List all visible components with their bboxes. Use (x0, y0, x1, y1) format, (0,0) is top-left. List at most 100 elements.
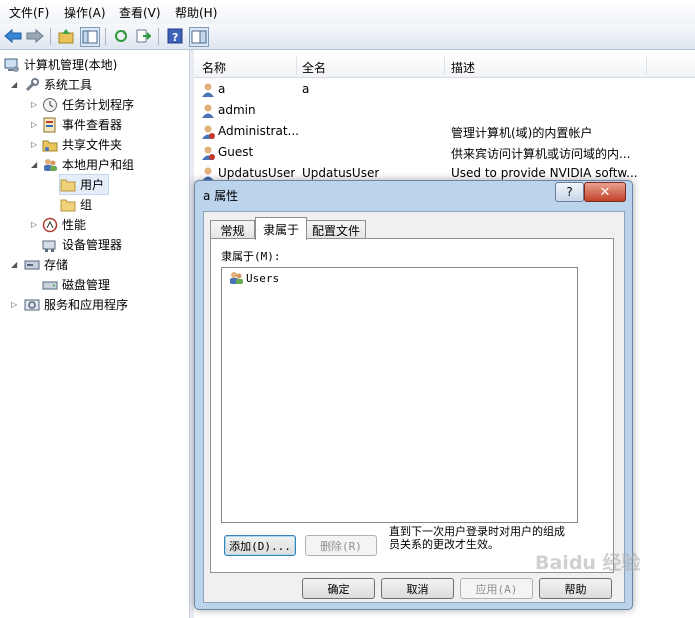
tree-node-storage[interactable]: 存储 (24, 255, 68, 274)
help-icon[interactable]: ? (166, 27, 184, 45)
tree-label: 共享文件夹 (62, 138, 123, 152)
toolbar-separator (158, 28, 159, 45)
toolbar: ? (0, 24, 695, 50)
tree-node-groups[interactable]: 组 (60, 195, 92, 214)
console-tree: 计算机管理(本地) ◢ 系统工具 ▷ 任务计划程序 ▷ 事件查看器 ▷ 共享文件… (0, 50, 188, 618)
cell-name: Guest (218, 145, 254, 159)
expanded-arrow-icon[interactable]: ◢ (11, 80, 17, 89)
storage-icon (24, 257, 40, 273)
tree-label: 系统工具 (44, 78, 93, 92)
forward-icon[interactable] (26, 27, 44, 45)
collapsed-arrow-icon[interactable]: ▷ (11, 300, 17, 309)
column-header-name[interactable]: 名称 (202, 59, 226, 76)
apply-button[interactable]: 应用(A) (460, 578, 533, 599)
tab-general[interactable]: 常规 (210, 220, 255, 240)
show-hide-tree-icon[interactable] (80, 27, 100, 47)
refresh-icon[interactable] (112, 27, 130, 45)
tree-node-device-manager[interactable]: 设备管理器 (42, 235, 122, 254)
question-icon: ? (566, 185, 573, 199)
table-row[interactable]: Administrat... 管理计算机(域)的内置帐户 (194, 121, 695, 142)
tree-node-computer-management[interactable]: 计算机管理(本地) (4, 55, 117, 74)
tree-node-users[interactable]: 用户 (59, 174, 110, 195)
user-icon (200, 124, 216, 140)
menu-view[interactable]: 查看(V) (119, 4, 161, 21)
tab-member-of[interactable]: 隶属于 (255, 217, 307, 240)
toolbar-separator (105, 28, 106, 45)
collapsed-arrow-icon[interactable]: ▷ (31, 220, 37, 229)
cell-fullname: a (302, 82, 310, 96)
device-manager-icon (42, 237, 58, 253)
column-header-description[interactable]: 描述 (451, 59, 475, 76)
toolbar-separator (50, 28, 51, 45)
tree-node-disk-management[interactable]: 磁盘管理 (42, 275, 110, 294)
tree-node-event-viewer[interactable]: 事件查看器 (42, 115, 122, 134)
dialog-body: 常规 隶属于 配置文件 隶属于(M): Users 添加(D)... 删除(R)… (203, 211, 625, 603)
tree-label: 本地用户和组 (62, 158, 135, 172)
dialog-help-button[interactable]: ? (555, 182, 584, 202)
cell-name: Administrat... (218, 124, 299, 138)
list-item[interactable]: Users (228, 270, 279, 286)
collapsed-arrow-icon[interactable]: ▷ (31, 100, 37, 109)
tree-node-shared-folders[interactable]: 共享文件夹 (42, 135, 122, 154)
column-separator[interactable] (646, 56, 647, 75)
close-icon: ✕ (599, 184, 611, 200)
event-viewer-icon (42, 117, 58, 133)
add-button[interactable]: 添加(D)... (224, 535, 296, 556)
properties-icon[interactable] (189, 27, 209, 47)
groups-listbox[interactable]: Users (221, 267, 578, 523)
tab-profile[interactable]: 配置文件 (306, 220, 366, 240)
watermark-logo: Baidu 经验 (535, 552, 641, 574)
svg-text:?: ? (172, 31, 178, 44)
dialog-close-button[interactable]: ✕ (584, 182, 626, 202)
table-row[interactable]: admin (194, 100, 695, 121)
column-separator[interactable] (296, 56, 297, 75)
tree-label: 服务和应用程序 (44, 298, 129, 312)
export-icon[interactable] (134, 27, 152, 45)
expanded-arrow-icon[interactable]: ◢ (31, 160, 37, 169)
menu-file[interactable]: 文件(F) (9, 4, 49, 21)
up-icon[interactable] (57, 27, 75, 45)
dialog-title: a 属性 (203, 189, 239, 203)
list-header: 名称 全名 描述 (194, 54, 695, 78)
table-row[interactable]: Guest 供来宾访问计算机或访问域的内... (194, 142, 695, 163)
column-header-fullname[interactable]: 全名 (302, 59, 326, 76)
user-icon (200, 103, 216, 119)
computer-management-icon (4, 57, 20, 73)
cancel-button[interactable]: 取消 (381, 578, 454, 599)
disk-management-icon (42, 277, 58, 293)
tree-label: 磁盘管理 (62, 278, 111, 292)
properties-dialog: a 属性 ? ✕ 常规 隶属于 配置文件 隶属于(M): Users 添加(D)… (194, 180, 633, 610)
tree-label: 设备管理器 (62, 238, 123, 252)
shared-folder-icon (42, 137, 58, 153)
tree-label: 事件查看器 (62, 118, 123, 132)
tree-node-task-scheduler[interactable]: 任务计划程序 (42, 95, 134, 114)
cell-description: 管理计算机(域)的内置帐户 (451, 126, 593, 140)
expanded-arrow-icon[interactable]: ◢ (11, 260, 17, 269)
cell-description: Used to provide NVIDIA softw... (451, 166, 638, 180)
folder-icon (60, 177, 76, 193)
tree-node-performance[interactable]: 性能 (42, 215, 86, 234)
cell-name: admin (218, 103, 256, 117)
tree-label: 任务计划程序 (62, 98, 135, 112)
tree-label: 性能 (62, 218, 87, 232)
cell-fullname: UpdatusUser (302, 166, 380, 180)
system-tools-icon (24, 77, 40, 93)
collapsed-arrow-icon[interactable]: ▷ (31, 120, 37, 129)
back-icon[interactable] (4, 27, 22, 45)
table-row[interactable]: a a (194, 79, 695, 100)
column-separator[interactable] (444, 56, 445, 75)
cell-description: 供来宾访问计算机或访问域的内... (451, 147, 631, 161)
tree-label: 存储 (44, 258, 69, 272)
user-icon (200, 145, 216, 161)
tree-node-local-users-groups[interactable]: 本地用户和组 (42, 155, 134, 174)
remove-button[interactable]: 删除(R) (305, 535, 377, 556)
cell-name: UpdatusUser (218, 166, 296, 180)
help-button[interactable]: 帮助 (539, 578, 612, 599)
menu-help[interactable]: 帮助(H) (175, 4, 217, 21)
ok-button[interactable]: 确定 (302, 578, 375, 599)
tree-node-services-apps[interactable]: 服务和应用程序 (24, 295, 128, 314)
menu-action[interactable]: 操作(A) (64, 4, 106, 21)
services-icon (24, 297, 40, 313)
collapsed-arrow-icon[interactable]: ▷ (31, 140, 37, 149)
tree-node-system-tools[interactable]: 系统工具 (24, 75, 92, 94)
